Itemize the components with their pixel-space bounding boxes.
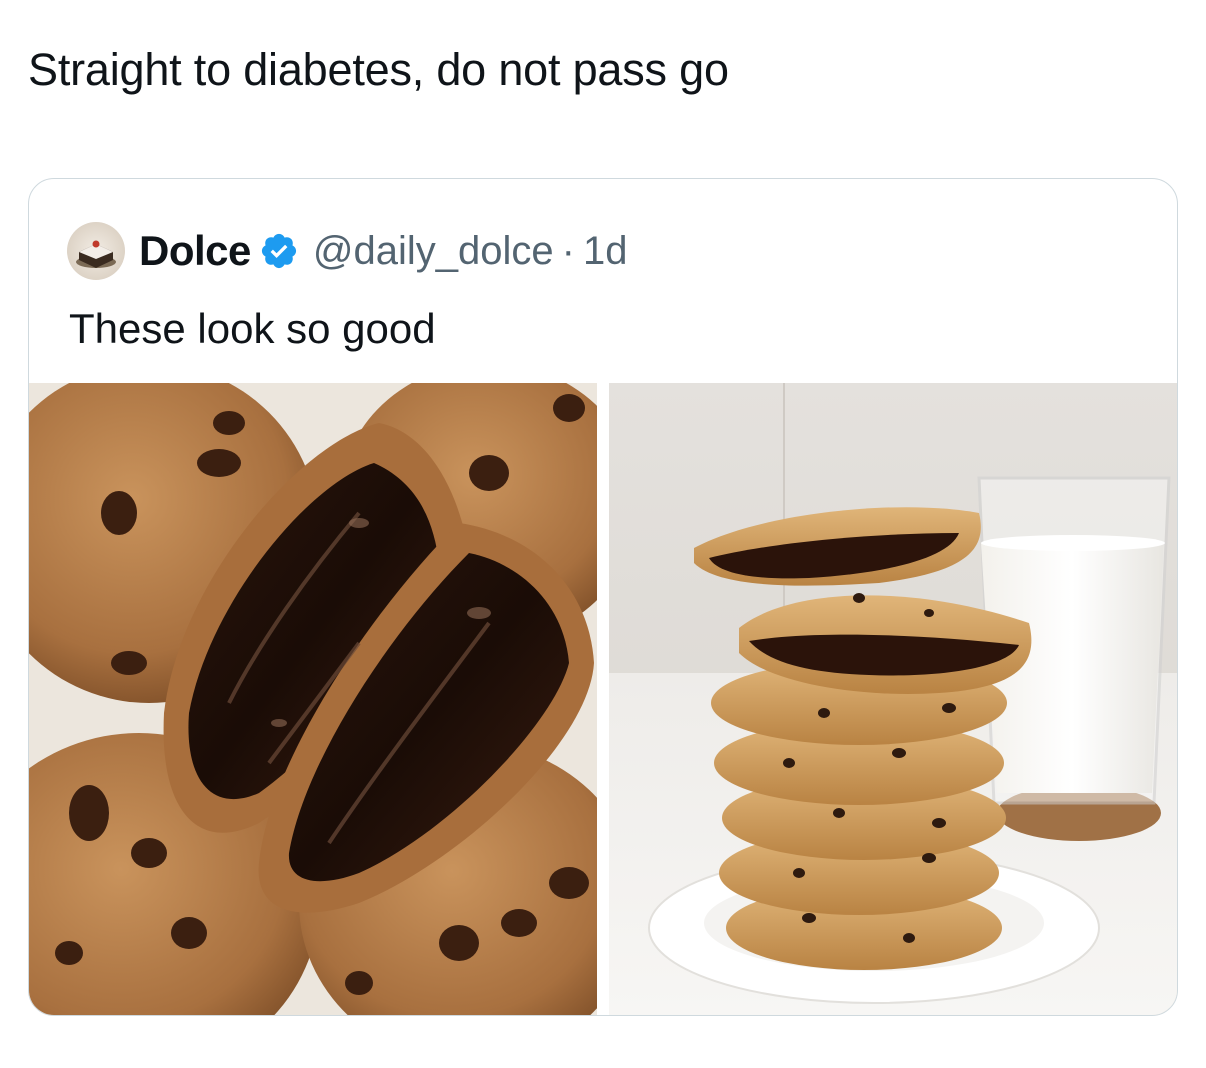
- dessert-avatar-icon: [76, 240, 116, 268]
- verified-badge-icon: [261, 233, 296, 269]
- cookies-molten-chocolate-image[interactable]: [29, 383, 597, 1015]
- author-handle[interactable]: @daily_dolce: [313, 229, 554, 274]
- author-display-name[interactable]: Dolce: [139, 227, 251, 275]
- quoted-tweet-text: These look so good: [69, 305, 436, 352]
- separator-dot: ·: [561, 228, 575, 273]
- avatar[interactable]: [67, 222, 125, 280]
- quoted-tweet-card[interactable]: Dolce @daily_dolce · 1d These look so go…: [28, 178, 1178, 1016]
- post-text: Straight to diabetes, do not pass go: [28, 44, 729, 95]
- media-grid: [29, 383, 1177, 1015]
- timestamp[interactable]: 1d: [583, 229, 628, 274]
- quoted-tweet-header: Dolce @daily_dolce · 1d: [67, 221, 627, 281]
- cookie-stack-with-milk-image[interactable]: [609, 383, 1177, 1015]
